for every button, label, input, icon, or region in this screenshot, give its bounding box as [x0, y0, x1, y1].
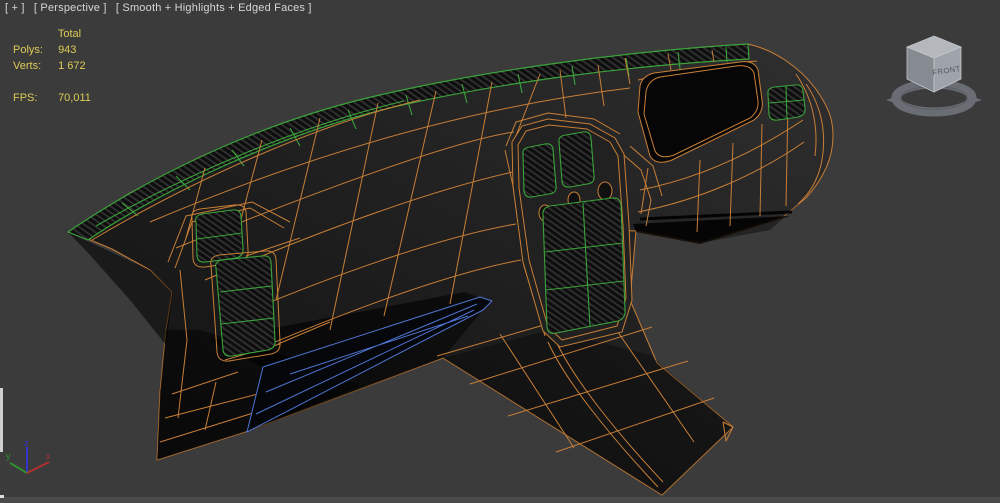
bottom-edge-bar	[0, 497, 1000, 503]
stats-header-row: Total	[13, 26, 91, 42]
stats-fps-value: 70,011	[58, 92, 91, 104]
console-vent-left[interactable]	[523, 144, 556, 197]
stats-polys-label: Polys:	[13, 42, 55, 58]
console-vent-right[interactable]	[559, 132, 594, 187]
console-knob-3[interactable]	[598, 182, 612, 200]
viewport-3d[interactable]: [ + ] [ Perspective ] [ Smooth + Highlig…	[0, 0, 1000, 503]
viewport-canvas[interactable]	[0, 0, 1000, 503]
viewport-menu-general[interactable]: [ + ]	[5, 2, 25, 14]
viewport-menu-pov[interactable]: [ Perspective ]	[34, 2, 107, 14]
axis-x-line	[27, 462, 49, 473]
axis-gizmo: z y x	[2, 438, 62, 498]
viewport-menu-shading[interactable]: [ Smooth + Highlights + Edged Faces ]	[116, 2, 312, 14]
stats-polys-row: Polys: 943	[13, 42, 91, 58]
viewport-label-bar: [ + ] [ Perspective ] [ Smooth + Highlig…	[5, 2, 318, 14]
left-edge-strip	[0, 388, 3, 452]
axis-y-line	[10, 463, 27, 473]
viewcube[interactable]: FRONT	[874, 16, 994, 126]
stats-polys-value: 943	[58, 44, 76, 56]
axis-z-label: z	[24, 438, 29, 448]
stats-verts-value: 1 672	[58, 60, 86, 72]
axis-x-label: x	[46, 451, 51, 461]
stats-verts-label: Verts:	[13, 58, 55, 74]
stats-fps-row: FPS: 70,011	[13, 90, 91, 106]
statistics-overlay: Total Polys: 943 Verts: 1 672 FPS: 70,01…	[13, 26, 91, 106]
axis-y-label: y	[6, 451, 11, 461]
left-vent-lower[interactable]	[216, 256, 276, 356]
stats-verts-row: Verts: 1 672	[13, 58, 91, 74]
corner-artifact	[0, 495, 4, 498]
stats-fps-label: FPS:	[13, 90, 55, 106]
stats-total-header: Total	[58, 28, 81, 40]
